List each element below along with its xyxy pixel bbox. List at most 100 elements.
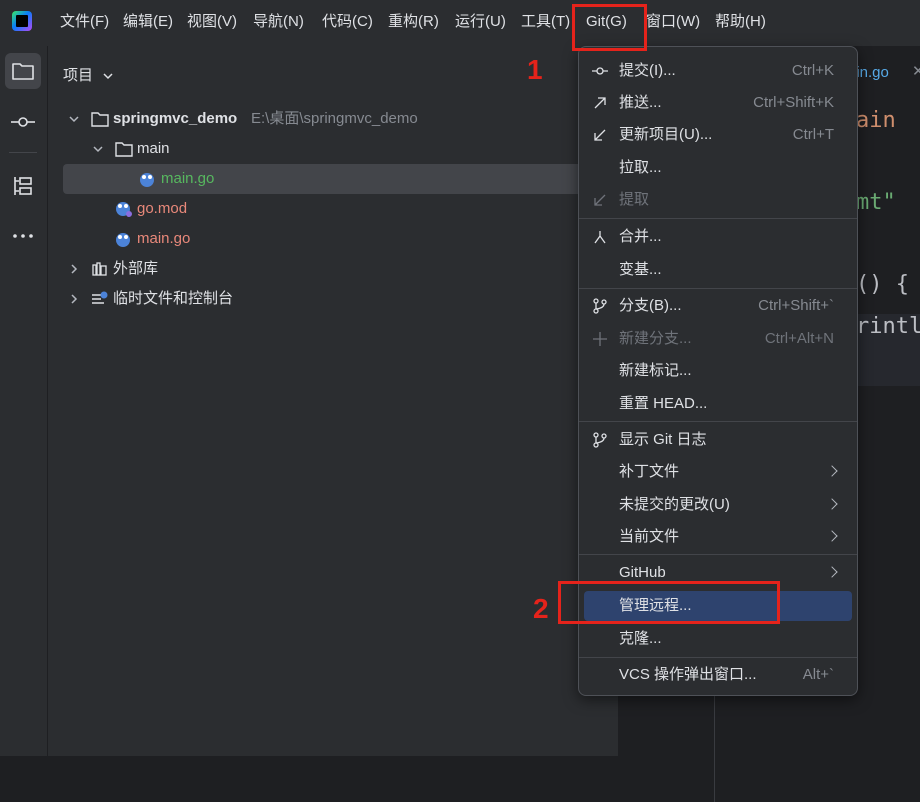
tree-node-root[interactable]: springmvc_demo E:\桌面\springmvc_demo <box>63 104 593 134</box>
structure-icon <box>14 177 32 195</box>
git-menu-label: 推送... <box>619 94 662 111</box>
root-folder-path: E:\桌面\springmvc_demo <box>251 110 418 127</box>
git-menu-label: 合并... <box>619 228 662 245</box>
git-menu-shortcut: Ctrl+K <box>791 62 834 79</box>
git-menu-current-file[interactable]: 当前文件 <box>584 522 852 552</box>
git-menu-update[interactable]: 更新项目(U)... Ctrl+T <box>584 120 852 150</box>
tree-node-main-folder[interactable]: main <box>63 134 593 164</box>
update-arrow-icon <box>594 129 606 141</box>
title-bar: 文件(F) 编辑(E) 视图(V) 导航(N) 代码(C) 重构(R) 运行(U… <box>0 0 920 46</box>
git-menu-fetch[interactable]: 提取 <box>584 185 852 215</box>
git-menu-shortcut: Alt+` <box>802 666 834 683</box>
menu-navigate[interactable]: 导航(N) <box>253 11 304 33</box>
project-panel-header[interactable]: 项目 <box>63 64 113 85</box>
menu-run[interactable]: 运行(U) <box>455 11 506 33</box>
goland-logo-icon[interactable] <box>12 11 32 31</box>
menu-window[interactable]: 窗口(W) <box>646 11 700 33</box>
folder-icon <box>91 112 109 127</box>
menu-tools[interactable]: 工具(T) <box>521 11 570 33</box>
git-menu-rebase[interactable]: 变基... <box>584 255 852 285</box>
chevron-right-icon <box>71 264 78 274</box>
project-tool-button[interactable] <box>5 53 41 89</box>
menu-code[interactable]: 代码(C) <box>322 11 373 33</box>
git-menu-label: 提取 <box>619 191 650 208</box>
git-menu-push[interactable]: 推送... Ctrl+Shift+K <box>584 88 852 118</box>
git-menu-label: 提交(I)... <box>619 62 676 79</box>
chevron-down-icon <box>93 146 103 153</box>
chevron-right-icon <box>826 498 838 510</box>
git-menu-vcs-popup[interactable]: VCS 操作弹出窗口... Alt+` <box>584 660 852 690</box>
external-libs-label: 外部库 <box>113 260 159 277</box>
git-menu-uncommitted[interactable]: 未提交的更改(U) <box>584 490 852 520</box>
menu-separator <box>579 554 857 555</box>
structure-tool-button[interactable] <box>5 168 41 204</box>
git-menu-label: 补丁文件 <box>619 463 680 480</box>
push-arrow-icon <box>594 97 606 109</box>
project-panel-title: 项目 <box>63 67 94 84</box>
git-menu-label: 显示 Git 日志 <box>619 431 707 448</box>
close-tab-icon[interactable]: ✕ <box>912 62 920 80</box>
tree-node-external-libs[interactable]: 外部库 <box>63 254 593 284</box>
main-folder-name: main <box>137 140 170 157</box>
menu-refactor[interactable]: 重构(R) <box>388 11 439 33</box>
gopher-file-icon <box>116 233 130 247</box>
git-menu-label: 克隆... <box>619 630 662 647</box>
root-folder-name: springmvc_demo <box>113 110 238 127</box>
git-menu-shortcut: Ctrl+Alt+N <box>764 330 834 347</box>
git-menu-merge[interactable]: 合并... <box>584 222 852 252</box>
menu-edit[interactable]: 编辑(E) <box>123 11 173 33</box>
git-menu-patch[interactable]: 补丁文件 <box>584 457 852 487</box>
git-menu-show-log[interactable]: 显示 Git 日志 <box>584 425 852 455</box>
chevron-down-icon <box>103 73 113 80</box>
git-log-icon <box>593 432 607 448</box>
git-menu-label: 分支(B)... <box>619 297 682 314</box>
git-menu-reset-head[interactable]: 重置 HEAD... <box>584 389 852 419</box>
git-menu-label: 更新项目(U)... <box>619 126 713 143</box>
git-menu-shortcut: Ctrl+Shift+K <box>753 94 834 111</box>
library-icon <box>92 262 107 276</box>
git-menu-pull[interactable]: 拉取... <box>584 153 852 183</box>
main-go-label: main.go <box>137 230 191 247</box>
menu-help[interactable]: 帮助(H) <box>715 11 766 33</box>
main-go-inner-label: main.go <box>161 170 215 187</box>
commit-icon <box>11 117 35 127</box>
menu-separator <box>579 288 857 289</box>
git-menu-commit[interactable]: 提交(I)... Ctrl+K <box>584 56 852 86</box>
annotation-step-2: 2 <box>533 593 549 624</box>
fetch-arrow-icon <box>594 194 606 206</box>
git-menu-shortcut: Ctrl+Shift+` <box>758 297 834 314</box>
scratches-icon <box>92 291 108 304</box>
commit-tool-button[interactable] <box>5 104 41 140</box>
menu-file[interactable]: 文件(F) <box>60 11 109 33</box>
menu-separator <box>579 421 857 422</box>
git-menu-label: 变基... <box>619 261 662 278</box>
tree-node-main-go-selected[interactable]: main.go <box>63 164 593 194</box>
git-menu-label: 拉取... <box>619 159 662 176</box>
code-line-import: mt" <box>856 190 896 215</box>
git-menu-clone[interactable]: 克隆... <box>584 624 852 654</box>
code-line-func: () { <box>856 272 909 297</box>
tree-node-scratches[interactable]: 临时文件和控制台 <box>63 284 593 314</box>
git-menu-new-tag[interactable]: 新建标记... <box>584 356 852 386</box>
folder-icon <box>12 63 34 80</box>
git-menu-new-branch[interactable]: 新建分支... Ctrl+Alt+N <box>584 324 852 354</box>
commit-icon <box>592 67 608 75</box>
chevron-right-icon <box>826 566 838 578</box>
chevron-down-icon <box>69 116 79 123</box>
more-tools-button[interactable] <box>5 218 41 254</box>
more-icon <box>13 234 33 238</box>
project-panel: 项目 springmvc_demo E:\桌面\springmvc_demo m… <box>48 46 618 756</box>
go-mod-label: go.mod <box>137 200 188 217</box>
git-menu-label: 重置 HEAD... <box>619 395 708 412</box>
menu-separator <box>579 218 857 219</box>
code-line-print: rintl <box>856 314 920 339</box>
tool-window-strip <box>0 46 48 756</box>
tree-node-main-go[interactable]: main.go <box>63 224 593 254</box>
menu-view[interactable]: 视图(V) <box>187 11 237 33</box>
scratches-label: 临时文件和控制台 <box>113 290 234 307</box>
chevron-right-icon <box>71 294 78 304</box>
git-menu-branches[interactable]: 分支(B)... Ctrl+Shift+` <box>584 291 852 321</box>
gopher-file-icon <box>140 173 154 187</box>
tree-node-go-mod[interactable]: go.mod <box>63 194 593 224</box>
git-menu-label: 当前文件 <box>619 528 680 545</box>
